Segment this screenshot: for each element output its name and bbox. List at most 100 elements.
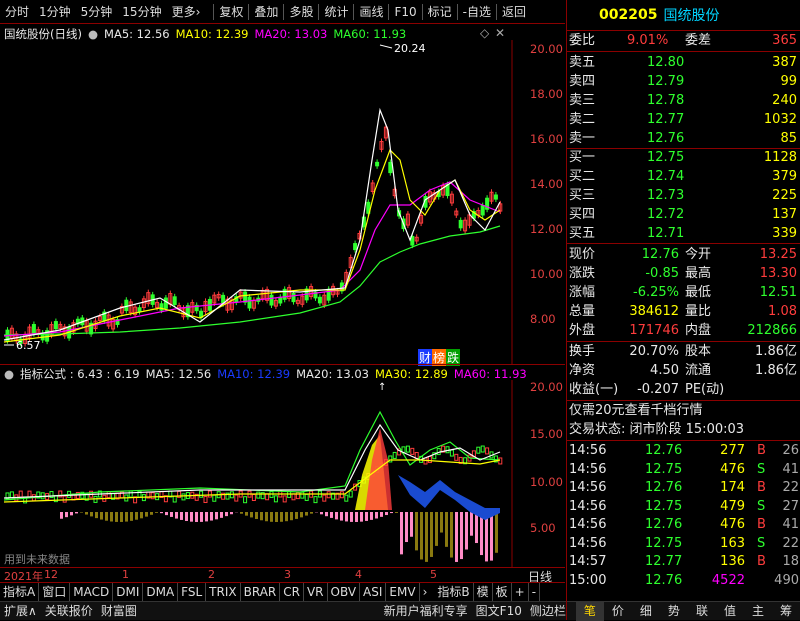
- tab-mo[interactable]: 模: [474, 583, 493, 601]
- tab-brar[interactable]: BRAR: [241, 583, 281, 601]
- stat-label: 流通: [685, 361, 711, 381]
- tab-emv[interactable]: EMV: [386, 583, 419, 601]
- chevron-right-icon[interactable]: ›: [420, 585, 431, 599]
- weibi-row: 委比 9.01% 委差 365: [567, 31, 800, 51]
- stats-button[interactable]: 统计: [319, 0, 353, 24]
- level2-promo[interactable]: 仅需20元查看千档行情: [567, 401, 800, 421]
- level2-promo-text: 仅需20元查看千档行情: [569, 401, 703, 421]
- indicator-candle: [340, 492, 343, 498]
- indicator-candle: [455, 454, 458, 460]
- tab-15min[interactable]: 15分钟: [117, 0, 166, 24]
- oscillator-bar: [85, 512, 88, 515]
- add-indicator-button[interactable]: +: [512, 583, 529, 601]
- tick-count: 18: [782, 552, 799, 572]
- y-tick: 8.00: [530, 312, 556, 326]
- settings-icon[interactable]: ●: [88, 27, 98, 41]
- tab-cr[interactable]: CR: [280, 583, 304, 601]
- bid-volume: 225: [772, 186, 797, 206]
- weibi-value: 9.01%: [627, 31, 668, 51]
- settings-icon[interactable]: ●: [4, 367, 14, 381]
- oscillator-bar: [470, 512, 473, 536]
- oscillator-bar: [65, 512, 68, 517]
- oscillator-bar: [435, 512, 438, 546]
- tab-dmi[interactable]: DMI: [113, 583, 143, 601]
- candle-body: [279, 297, 282, 303]
- tick-row: 14:5612.75479S27: [567, 497, 800, 517]
- quote-label: 外盘: [569, 321, 595, 341]
- draw-line-button[interactable]: 画线: [354, 0, 388, 24]
- tab-fsl[interactable]: FSL: [178, 583, 206, 601]
- mark-button[interactable]: 标记: [423, 0, 457, 24]
- bid-row: 买一12.751128: [567, 148, 800, 168]
- indicator-candle: [481, 446, 484, 452]
- tab-intraday[interactable]: 分时: [0, 0, 34, 24]
- oscillator-bar: [165, 512, 168, 515]
- stock-header: 002205 国统股份: [567, 0, 800, 30]
- tick-row: 14:5612.75476S41: [567, 460, 800, 480]
- oscillator-bar: [185, 512, 188, 521]
- tab-window[interactable]: 窗口: [39, 583, 70, 601]
- ask-volume: 387: [772, 53, 797, 73]
- quote-row: 现价12.76今开13.25: [567, 245, 800, 265]
- tick-row: 14:5612.75163S22: [567, 534, 800, 554]
- tab-more[interactable]: 更多›: [167, 0, 206, 24]
- tab-obv[interactable]: OBV: [328, 583, 361, 601]
- tick-volume: 136: [720, 552, 745, 572]
- expand-button[interactable]: 扩展∧: [0, 602, 41, 621]
- remove-watchlist-button[interactable]: -自选: [458, 0, 496, 24]
- indicator-chart[interactable]: ↑: [0, 380, 565, 568]
- tick-count: 41: [782, 515, 799, 535]
- new-user-promo[interactable]: 新用户福利专享: [380, 602, 472, 621]
- related-quotes-button[interactable]: 关联报价: [41, 602, 97, 621]
- tab-macd[interactable]: MACD: [70, 583, 113, 601]
- tick-count: 41: [782, 460, 799, 480]
- tick-time: 14:57: [569, 552, 606, 572]
- diamond-icon[interactable]: ◇: [480, 26, 489, 40]
- quote-label: 最低: [685, 283, 711, 303]
- remove-indicator-button[interactable]: -: [529, 583, 540, 601]
- oscillator-bar: [145, 512, 148, 517]
- tab-dma[interactable]: DMA: [143, 583, 178, 601]
- y-tick: 20.00: [530, 42, 563, 56]
- oscillator-bar: [110, 512, 113, 522]
- f10-graphic-button[interactable]: 图文F10: [472, 602, 526, 621]
- tab-1min[interactable]: 1分钟: [34, 0, 76, 24]
- indicator-candle: [235, 495, 238, 501]
- oscillator-bar: [425, 512, 428, 562]
- wealth-circle-button[interactable]: 财富圈: [97, 602, 141, 621]
- indicator-candle: [428, 457, 431, 463]
- ask-price: 12.76: [647, 129, 684, 149]
- close-icon[interactable]: ✕: [495, 26, 505, 40]
- f10-button[interactable]: F10: [389, 0, 421, 24]
- tab-trix[interactable]: TRIX: [206, 583, 240, 601]
- oscillator-bar: [475, 512, 478, 543]
- tab-indicator-b[interactable]: 指标B: [434, 583, 473, 601]
- tab-ban[interactable]: 板: [493, 583, 512, 601]
- indicator-candle: [257, 492, 260, 498]
- back-button[interactable]: 返回: [497, 0, 531, 24]
- overlay-button[interactable]: 叠加: [249, 0, 283, 24]
- oscillator-bar: [240, 512, 243, 514]
- main-y-axis: 20.00 18.00 16.00 14.00 12.00 10.00 8.00: [530, 40, 564, 365]
- oscillator-bar: [370, 512, 373, 520]
- candlestick-chart[interactable]: 20.24 6.57: [0, 40, 565, 365]
- tab-asi[interactable]: ASI: [360, 583, 386, 601]
- sidebar-button[interactable]: 侧边栏: [526, 602, 570, 621]
- tab-indicator-a[interactable]: 指标A: [0, 583, 39, 601]
- adjust-button[interactable]: 复权: [214, 0, 248, 24]
- ask-label: 卖二: [569, 110, 595, 130]
- quote-value: 212866: [747, 321, 797, 341]
- oscillator-bar: [75, 512, 78, 513]
- oscillator-bar: [60, 512, 63, 519]
- tick-price: 12.75: [645, 460, 682, 480]
- ask-label: 卖五: [569, 53, 595, 73]
- tab-5min[interactable]: 5分钟: [76, 0, 118, 24]
- tab-vr[interactable]: VR: [304, 583, 328, 601]
- quote-row: 涨跌-0.85最高13.30: [567, 264, 800, 284]
- quote-panel: 002205 国统股份 委比 9.01% 委差 365 卖五12.80387卖四…: [566, 0, 800, 620]
- bid-price: 12.72: [647, 205, 684, 225]
- stat-value: 4.50: [650, 361, 679, 381]
- weicha-value: 365: [772, 31, 797, 51]
- stats-row: 收益(一)-0.207PE(动): [567, 380, 800, 400]
- multi-stock-button[interactable]: 多股: [284, 0, 318, 24]
